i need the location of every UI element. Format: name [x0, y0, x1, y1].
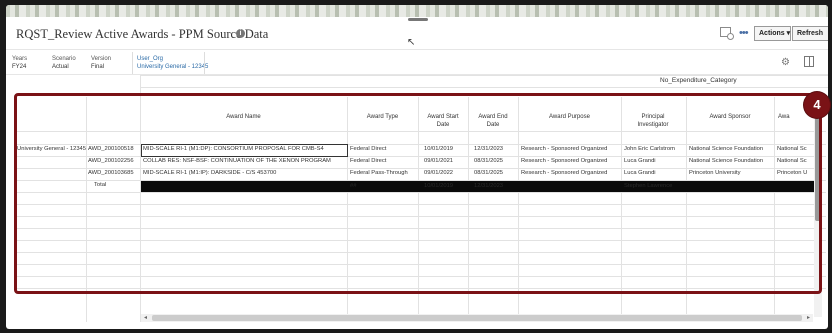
panel-toggle-icon[interactable] [804, 56, 814, 67]
scroll-left-icon[interactable]: ◂ [144, 314, 147, 321]
gear-icon[interactable]: ⚙ [781, 57, 790, 68]
pov-label: Version [91, 56, 112, 62]
pov-divider [132, 52, 133, 74]
drag-handle[interactable] [408, 18, 428, 21]
browser-top-strip [6, 5, 828, 17]
more-options-icon[interactable]: ••• [739, 27, 749, 39]
actions-button[interactable]: Actions ▾ [754, 26, 791, 41]
search-report-icon[interactable] [720, 27, 734, 40]
pov-bar: Years FY24 Scenario Actual Version Final… [6, 49, 828, 75]
pov-value: University General - 12345 [137, 64, 209, 70]
pov-label: Scenario [52, 56, 76, 62]
mouse-cursor-icon: ↖ [407, 37, 416, 48]
page-title: RQST_Review Active Awards - PPM Source D… [16, 27, 269, 41]
pov-divider [204, 52, 205, 74]
pov-years[interactable]: Years FY24 [12, 55, 27, 71]
pov-label: User_Org [137, 56, 164, 62]
pov-user-org[interactable]: User_Org University General - 12345 [137, 55, 208, 71]
pov-value: Final [91, 64, 105, 70]
pov-value: Actual [52, 64, 69, 70]
scroll-right-icon[interactable]: ▸ [807, 314, 810, 321]
pov-version[interactable]: Version Final [91, 55, 111, 71]
divider [140, 87, 828, 88]
group-header: No_Expenditure_Category [660, 77, 737, 84]
refresh-button[interactable]: Refresh [792, 26, 828, 41]
divider [140, 75, 828, 76]
callout-number-badge: 4 [804, 92, 830, 118]
pov-label: Years [12, 56, 28, 62]
info-icon[interactable]: i [236, 29, 245, 38]
callout-highlight-box [14, 93, 822, 294]
pov-scenario[interactable]: Scenario Actual [52, 55, 76, 71]
horizontal-scroll-thumb[interactable] [152, 315, 802, 321]
pov-value: FY24 [12, 64, 27, 70]
horizontal-scrollbar[interactable]: ◂ ▸ [141, 314, 813, 322]
